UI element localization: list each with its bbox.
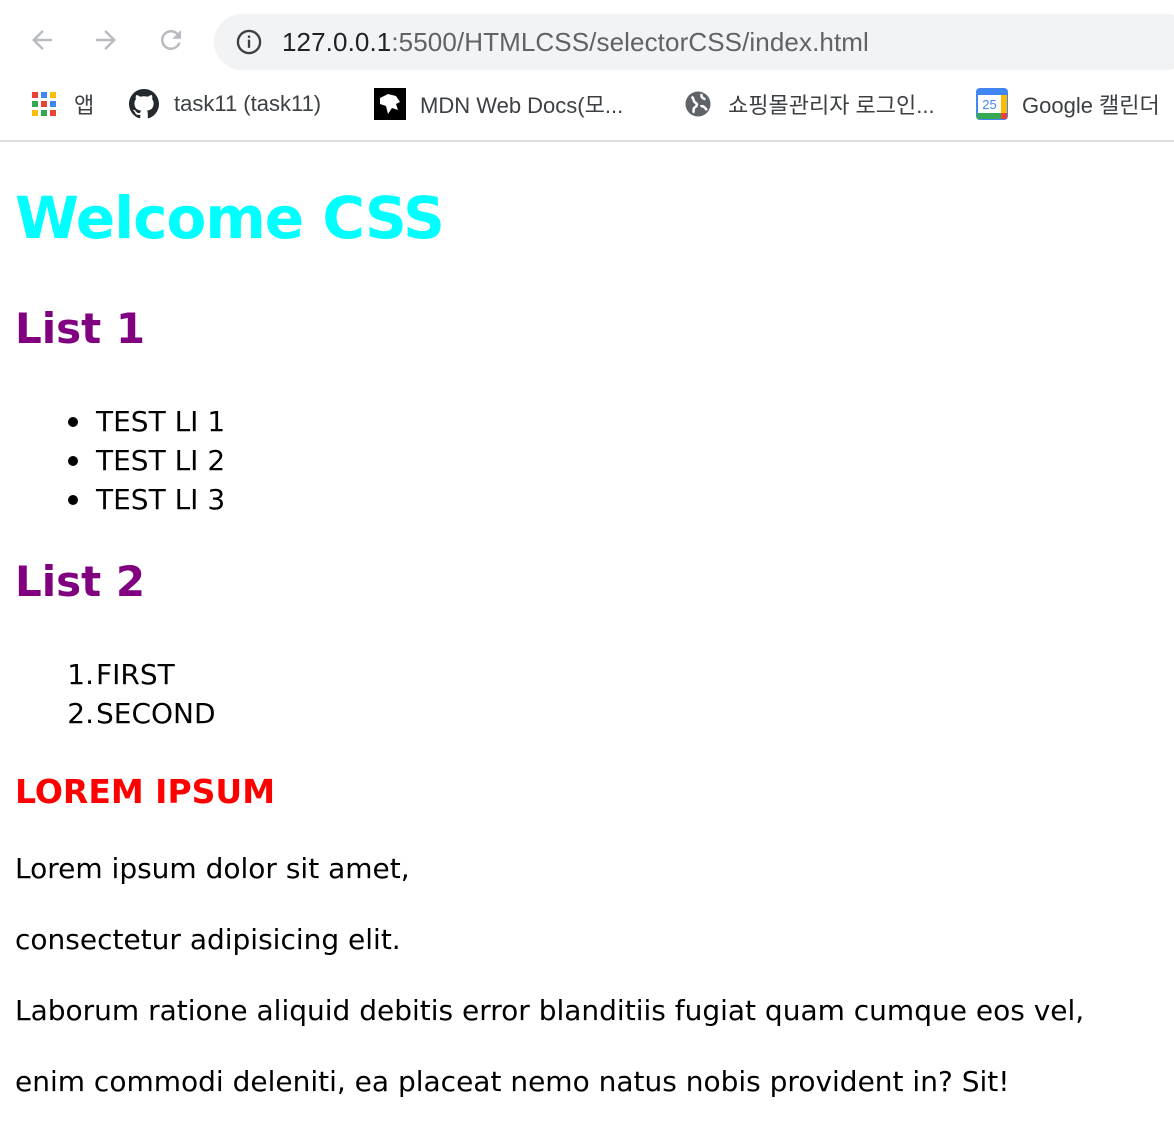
bookmark-apps[interactable]: 앱 bbox=[28, 86, 94, 122]
info-icon[interactable] bbox=[234, 27, 264, 57]
list1-heading: List 1 bbox=[15, 304, 146, 353]
list-item-text: SECOND bbox=[96, 697, 216, 730]
page-title: Welcome CSS bbox=[15, 184, 445, 252]
list-item: 2. SECOND bbox=[60, 694, 216, 733]
lorem-heading: LOREM IPSUM bbox=[15, 772, 276, 811]
reload-icon bbox=[160, 29, 181, 50]
list-item: TEST LI 3 bbox=[60, 480, 225, 519]
unordered-list: TEST LI 1 TEST LI 2 TEST LI 3 bbox=[60, 402, 225, 519]
bookmark-mdn[interactable]: MDN Web Docs(모... bbox=[374, 86, 623, 122]
page-content: Welcome CSS List 1 TEST LI 1 TEST LI 2 T… bbox=[0, 144, 1174, 1136]
url-host: 127.0.0.1 bbox=[282, 26, 392, 57]
url-path: :5500/HTMLCSS/selectorCSS/index.html bbox=[391, 26, 869, 57]
arrow-right-icon bbox=[96, 30, 116, 50]
ordered-list: 1. FIRST 2. SECOND bbox=[60, 655, 216, 733]
mdn-icon bbox=[374, 88, 406, 120]
list-number: 2. bbox=[67, 697, 94, 730]
list2-heading: List 2 bbox=[15, 557, 146, 606]
paragraph: consectetur adipisicing elit. bbox=[15, 923, 401, 956]
paragraph: Laborum ratione aliquid debitis error bl… bbox=[15, 994, 1085, 1027]
globe-icon bbox=[682, 88, 714, 120]
arrow-left-icon bbox=[32, 30, 52, 50]
bookmarks-bar: 앱 task11 (task11) MDN Web Docs(모... 쇼핑몰관… bbox=[0, 80, 1174, 130]
list-number: 1. bbox=[67, 658, 94, 691]
bookmark-label: 앱 bbox=[74, 93, 95, 118]
browser-toolbar: 127.0.0.1:5500/HTMLCSS/selectorCSS/index… bbox=[0, 6, 1174, 74]
url-text[interactable]: 127.0.0.1:5500/HTMLCSS/selectorCSS/index… bbox=[282, 27, 869, 58]
bookmark-label: 쇼핑몰관리자 로그인... bbox=[728, 93, 935, 118]
back-button[interactable] bbox=[26, 24, 58, 56]
browser-chrome: 127.0.0.1:5500/HTMLCSS/selectorCSS/index… bbox=[0, 0, 1174, 142]
list-item-text: TEST LI 1 bbox=[96, 405, 226, 438]
bookmark-github[interactable]: task11 (task11) bbox=[128, 86, 321, 122]
paragraph: Lorem ipsum dolor sit amet, bbox=[15, 852, 410, 885]
forward-button[interactable] bbox=[90, 24, 122, 56]
bullet-icon bbox=[68, 494, 78, 505]
github-icon bbox=[128, 88, 160, 120]
google-calendar-icon: 25 bbox=[976, 88, 1008, 120]
list-item: TEST LI 2 bbox=[60, 441, 225, 480]
bookmark-label: task11 (task11) bbox=[174, 91, 322, 116]
bookmark-google-calendar[interactable]: 25 Google 캘린더 bbox=[976, 86, 1160, 122]
list-item-text: TEST LI 2 bbox=[96, 444, 226, 477]
calendar-day: 25 bbox=[982, 97, 996, 112]
reload-button[interactable] bbox=[155, 24, 187, 56]
bookmark-label: Google 캘린더 bbox=[1022, 93, 1160, 118]
apps-grid-icon bbox=[28, 88, 60, 120]
paragraph: enim commodi deleniti, ea placeat nemo n… bbox=[15, 1065, 1010, 1098]
bullet-icon bbox=[68, 455, 78, 466]
address-bar[interactable]: 127.0.0.1:5500/HTMLCSS/selectorCSS/index… bbox=[214, 14, 1174, 70]
list-item-text: TEST LI 3 bbox=[96, 483, 226, 516]
list-item: 1. FIRST bbox=[60, 655, 216, 694]
bookmark-shop-admin[interactable]: 쇼핑몰관리자 로그인... bbox=[682, 86, 935, 122]
list-item-text: FIRST bbox=[96, 658, 175, 691]
list-item: TEST LI 1 bbox=[60, 402, 225, 441]
bullet-icon bbox=[68, 416, 78, 427]
bookmark-label: MDN Web Docs(모... bbox=[420, 93, 624, 118]
